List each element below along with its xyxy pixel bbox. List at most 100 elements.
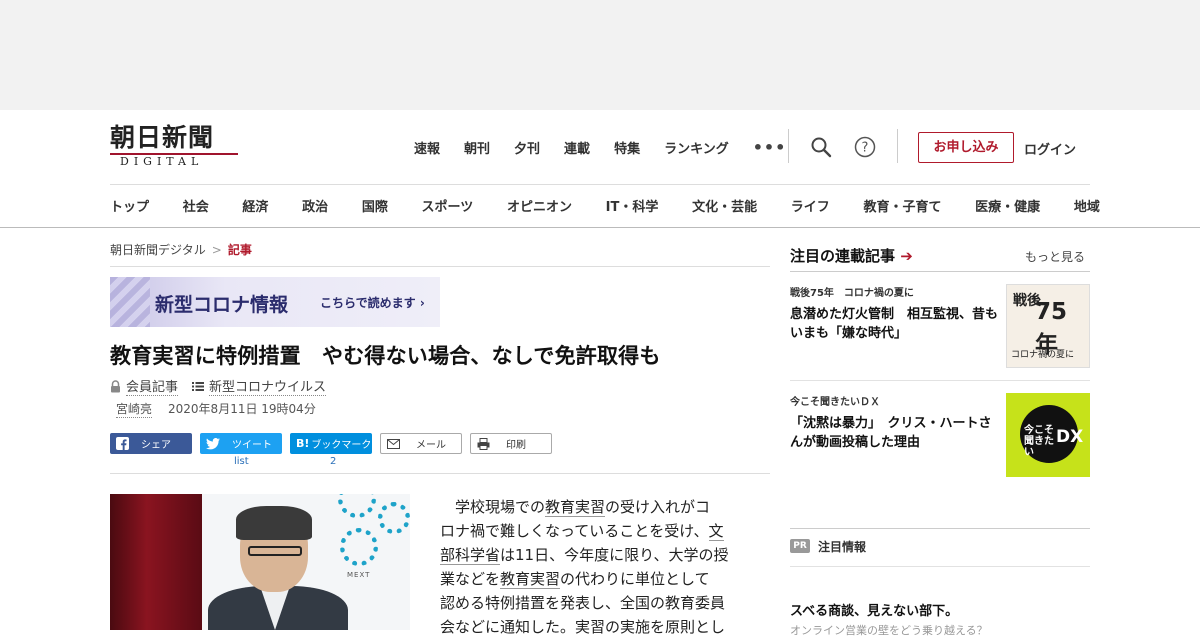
category-international[interactable]: 国際 [362, 196, 388, 215]
see-more-link[interactable]: もっと見る [1025, 248, 1085, 265]
twitter-tweet-label: ツイート [232, 440, 272, 451]
logo-subtitle: DIGITAL [110, 153, 238, 168]
asahi-digital-logo[interactable]: 朝日新聞 DIGITAL [110, 124, 240, 170]
featured-article-2-thumbnail[interactable]: 今こそ聞きたい DX [1006, 393, 1090, 477]
body-text: の受け入れがコ [605, 498, 711, 516]
body-text: 業などを [440, 570, 501, 588]
covid-banner-link: こちらで読めます › [320, 296, 425, 310]
pr-badge: PR [790, 539, 810, 553]
breadcrumb: 朝日新聞デジタル > 記事 [110, 241, 252, 258]
body-text: ロナ禍で難しくなっていることを受け、 [440, 522, 709, 540]
top-nav-series[interactable]: 連載 [564, 138, 590, 157]
login-link[interactable]: ログイン [1024, 139, 1076, 158]
featured-article-title: 「沈黙は暴力」 クリス・ハートさんが動画投稿した理由 [790, 416, 992, 450]
print-button[interactable]: 印刷 [470, 433, 552, 454]
photo-backdrop-text: MEXT [347, 571, 371, 579]
photo-curtain [110, 494, 202, 630]
keyword-link-education-practice[interactable]: 教育実習 [545, 498, 606, 517]
top-nav-features[interactable]: 特集 [614, 138, 640, 157]
keyword-link-mext[interactable]: 文 [708, 522, 724, 541]
facebook-share-label: シェア [141, 440, 171, 451]
twitter-count[interactable]: list [234, 456, 249, 467]
facebook-share-button[interactable]: シェア [110, 433, 192, 454]
member-article-label[interactable]: 会員記事 [126, 376, 179, 396]
more-menu-icon[interactable]: ••• [753, 138, 787, 157]
article-headline: 教育実習に特例措置 やむ得ない場合、なしで免許取得も [110, 344, 661, 368]
body-text: 学校現場での [440, 498, 546, 516]
topic-link[interactable]: 新型コロナウイルス [209, 376, 327, 396]
category-economy[interactable]: 経済 [242, 196, 268, 215]
category-top[interactable]: トップ [110, 196, 149, 215]
divider [790, 271, 1090, 272]
list-icon [192, 381, 205, 392]
subscribe-button[interactable]: お申し込み [918, 132, 1014, 163]
share-buttons: シェア ツイート list B! ブックマーク 2 メール 印刷 [110, 433, 560, 467]
article-byline: 宮崎亮 2020年8月11日 19時04分 [116, 400, 316, 418]
keyword-link-education-practice[interactable]: 教育実習 [500, 570, 561, 589]
top-nav-ranking[interactable]: ランキング [664, 138, 729, 157]
header-divider [110, 184, 1090, 185]
site-header: 朝日新聞 DIGITAL 速報 朝刊 夕刊 連載 特集 ランキング ••• ? … [0, 110, 1200, 228]
author-link[interactable]: 宮崎亮 [116, 400, 153, 418]
divider [790, 380, 1090, 381]
body-text: 会などに通知した。実習の実施を原則とし [440, 618, 726, 636]
featured-series-title: 注目の連載記事 [790, 247, 896, 265]
category-local[interactable]: 地域 [1074, 196, 1100, 215]
pr-article-title[interactable]: スベる商談、見えない部下。 [790, 600, 958, 619]
thumb-text: 今こそ聞きたい [1024, 425, 1054, 458]
category-education[interactable]: 教育・子育て [863, 196, 941, 215]
category-culture[interactable]: 文化・芸能 [692, 196, 757, 215]
mail-icon [387, 438, 400, 449]
mail-share-label: メール [416, 440, 446, 451]
help-icon[interactable]: ? [853, 135, 877, 159]
covid-info-banner[interactable]: 新型コロナ情報 こちらで読めます › [110, 277, 440, 327]
divider [788, 129, 789, 163]
pr-article-subtitle[interactable]: オンライン営業の壁をどう乗り越える？ [790, 622, 988, 638]
hatena-bookmark-icon: B! [296, 437, 310, 450]
breadcrumb-separator: > [211, 243, 222, 257]
search-icon[interactable] [809, 135, 833, 159]
divider [110, 473, 770, 474]
print-label: 印刷 [506, 440, 526, 451]
body-text: の代わりに単位として [560, 570, 710, 588]
category-politics[interactable]: 政治 [302, 196, 328, 215]
category-society[interactable]: 社会 [183, 196, 209, 215]
category-sports[interactable]: スポーツ [422, 196, 474, 215]
hatena-bookmark-button[interactable]: B! ブックマーク 2 [290, 433, 372, 467]
featured-article-1-thumbnail[interactable]: 戦後 75年 コロナ禍の夏に [1006, 284, 1090, 368]
publish-datetime: 2020年8月11日 19時04分 [168, 402, 316, 416]
top-nav-morning[interactable]: 朝刊 [464, 138, 490, 157]
pr-section-label: 注目情報 [818, 540, 867, 554]
divider [897, 129, 898, 163]
article-photo[interactable]: MEXT [110, 494, 410, 630]
facebook-icon [116, 437, 129, 450]
keyword-link-mext[interactable]: 部科学省 [440, 546, 501, 565]
photo-logo-mark [378, 502, 410, 534]
top-nav-breaking[interactable]: 速報 [414, 138, 440, 157]
mail-share-button[interactable]: メール [380, 433, 462, 454]
article-body: 学校現場での教育実習の受け入れがコ ロナ禍で難しくなっていることを受け、文 部科… [440, 495, 750, 639]
category-opinion[interactable]: オピニオン [507, 196, 572, 215]
twitter-bird-icon [206, 437, 220, 449]
breadcrumb-current: 記事 [227, 243, 252, 257]
hatena-count[interactable]: 2 [330, 456, 336, 467]
category-it-science[interactable]: IT・科学 [606, 196, 659, 215]
article-meta: 会員記事 新型コロナウイルス [110, 376, 327, 396]
breadcrumb-home[interactable]: 朝日新聞デジタル [110, 243, 206, 257]
category-health[interactable]: 医療・健康 [975, 196, 1040, 215]
body-text: 認める特例措置を発表し、全国の教育委員 [440, 594, 726, 612]
photo-person-hair [236, 506, 312, 540]
printer-icon [477, 437, 490, 450]
category-life[interactable]: ライフ [791, 196, 830, 215]
ad-banner-area [0, 0, 1200, 110]
twitter-tweet-button[interactable]: ツイート list [200, 433, 282, 467]
top-nav-evening[interactable]: 夕刊 [514, 138, 540, 157]
photo-logo-mark [340, 528, 378, 566]
thumb-text: DX [1056, 427, 1084, 447]
divider [110, 266, 770, 267]
featured-article-title: 息潜めた灯火管制 相互監視、昔もいまも「嫌な時代」 [790, 307, 999, 341]
featured-series-heading[interactable]: 注目の連載記事 ➔ [790, 245, 913, 266]
lock-icon [110, 379, 121, 393]
divider [790, 528, 1090, 529]
body-text: は11日、今年度に限り、大学の授 [500, 546, 729, 564]
